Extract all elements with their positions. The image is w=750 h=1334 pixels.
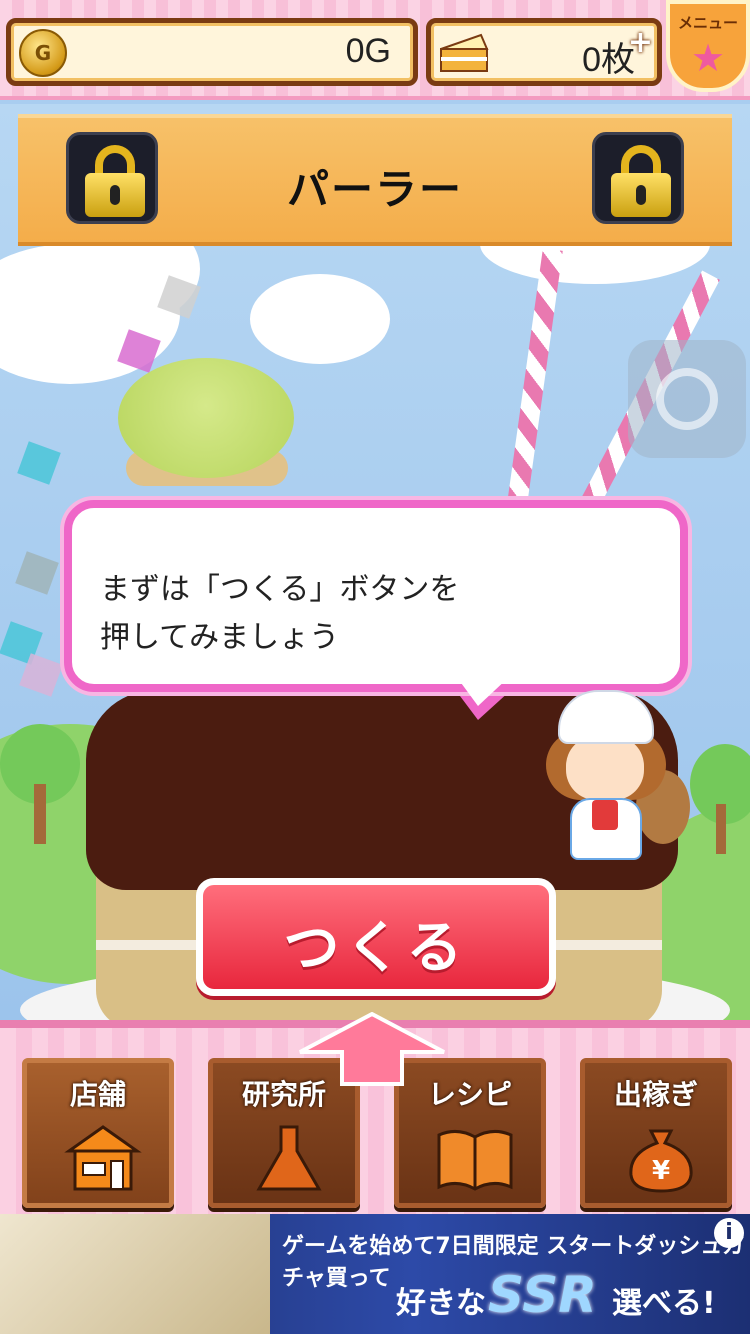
cake-slice-icon	[440, 33, 489, 72]
book-icon	[437, 1130, 513, 1191]
confetti	[17, 441, 61, 485]
tree-trunk	[34, 784, 46, 844]
chef-hat-icon	[558, 690, 654, 744]
ad-ssr-logo: SSR	[488, 1266, 597, 1324]
make-button-label: つくる	[283, 916, 469, 981]
ad-banner[interactable]: ゲームを始めて7日間限定 スタートダッシュガチャ買って 好きな SSR 選べる!…	[0, 1214, 750, 1334]
cloud	[250, 274, 390, 364]
arrow-up-icon	[299, 1012, 445, 1086]
chef-character	[526, 690, 690, 866]
circle-icon	[656, 368, 718, 430]
menu-button[interactable]: メニュー ★	[666, 0, 750, 92]
nav-item-shop[interactable]: 店舗	[22, 1058, 174, 1208]
ad-character-image	[0, 1214, 270, 1334]
svg-text:¥: ¥	[652, 1156, 670, 1186]
dialog-text: まずは「つくる」ボタンを 押してみましょう	[100, 566, 459, 662]
tree-trunk	[716, 804, 726, 854]
flask-icon	[256, 1125, 322, 1191]
status-bar: G 0G 0枚 + メニュー ★	[0, 0, 750, 100]
confetti	[15, 551, 59, 595]
dialog-line: 押してみましょう	[100, 620, 340, 655]
nav-item-label: 店舗	[69, 1078, 126, 1111]
lock-right-button[interactable]	[592, 132, 684, 224]
shop-icon	[64, 1125, 142, 1191]
cake-counter[interactable]: 0枚 +	[426, 18, 662, 86]
gold-counter: G 0G	[6, 18, 418, 86]
nav-item-work[interactable]: 出稼ぎ ¥	[580, 1058, 732, 1208]
macaron	[118, 358, 294, 478]
info-icon[interactable]: i	[714, 1218, 744, 1248]
ad-text: 好きな	[396, 1286, 486, 1321]
ad-text: 選べる!	[612, 1286, 716, 1321]
make-button[interactable]: つくる	[196, 878, 556, 996]
add-cake-icon[interactable]: +	[628, 25, 653, 60]
dialog-line: まずは「つくる」ボタンを	[100, 572, 460, 607]
menu-label: メニュー	[677, 14, 738, 32]
gold-coin-icon: G	[19, 29, 67, 77]
tutorial-dialog[interactable]: まずは「つくる」ボタンを 押してみましょう	[64, 500, 688, 692]
yen-bag-icon: ¥	[629, 1129, 693, 1193]
gold-value: 0G	[345, 32, 391, 70]
nav-item-label: 出稼ぎ	[613, 1078, 698, 1111]
assistive-touch-button[interactable]	[628, 340, 746, 458]
parlour-banner: パーラー	[18, 114, 732, 246]
star-icon: ★	[690, 36, 726, 80]
